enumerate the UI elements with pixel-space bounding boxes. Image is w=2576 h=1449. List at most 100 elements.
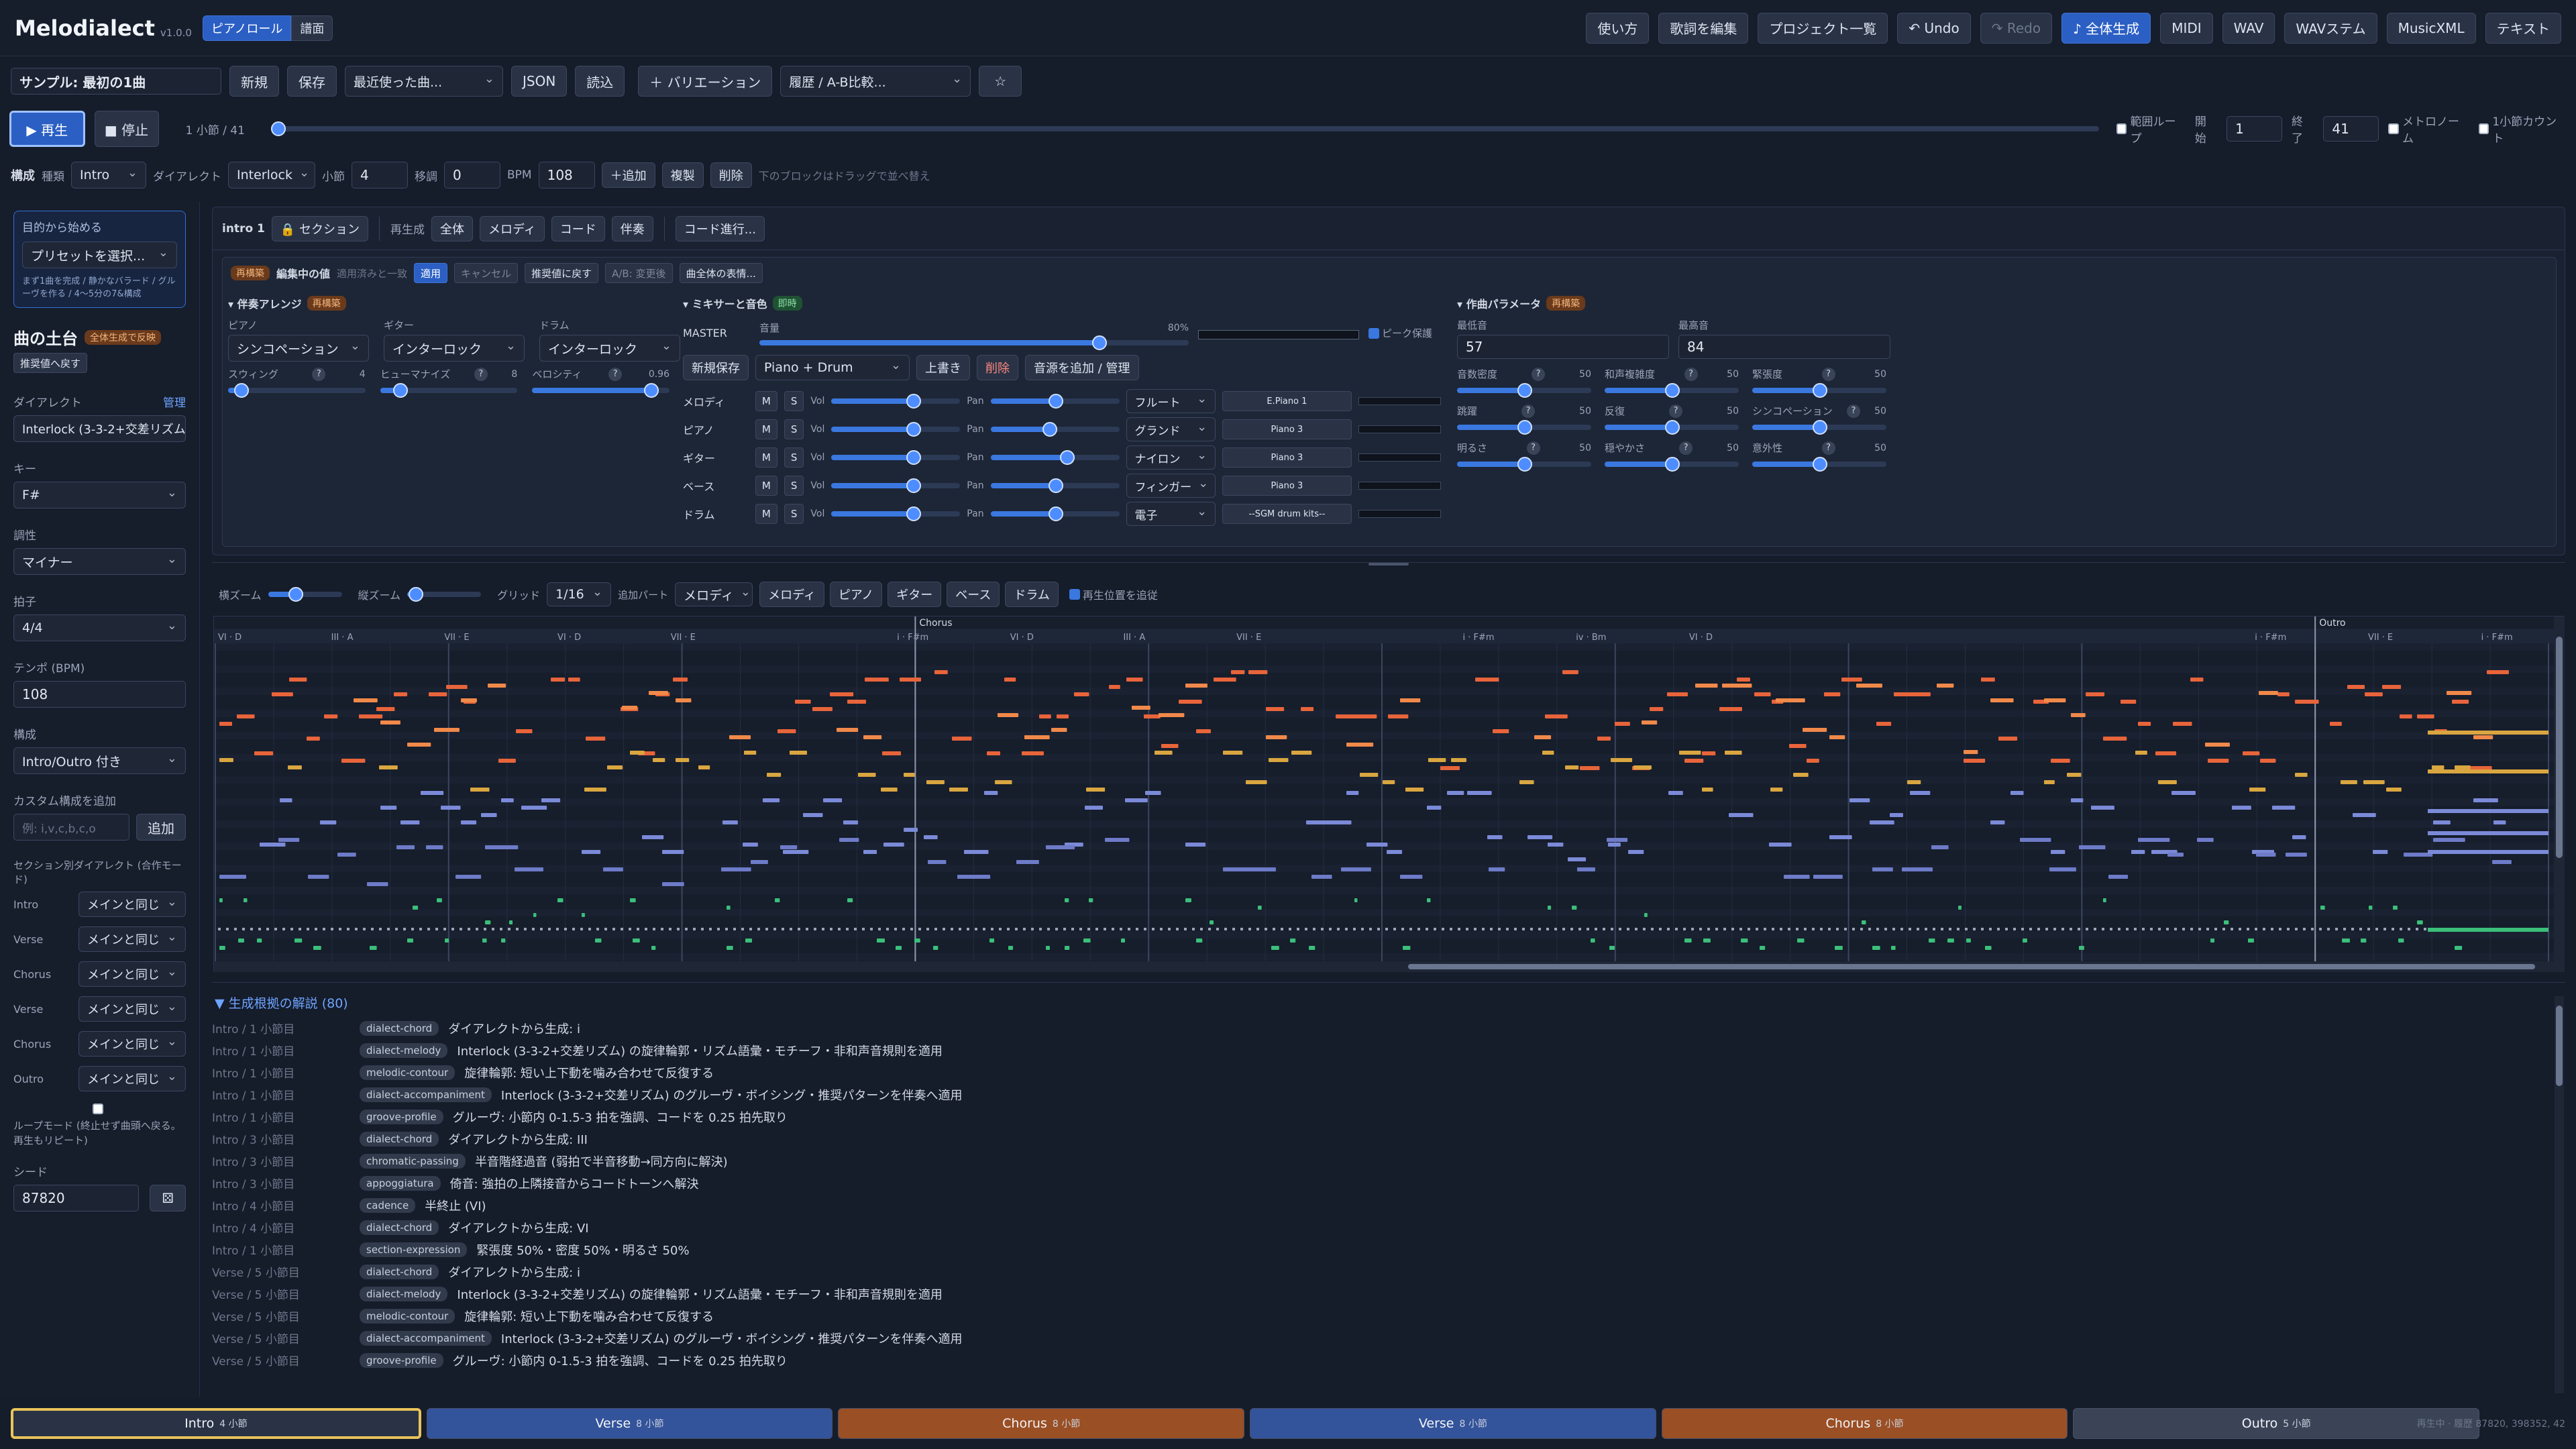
melody-note[interactable] bbox=[1754, 692, 1771, 696]
melody-note[interactable] bbox=[2155, 751, 2177, 755]
bass-note[interactable] bbox=[957, 875, 991, 879]
drum-hit[interactable] bbox=[2166, 928, 2169, 930]
melody-note[interactable] bbox=[1824, 692, 1841, 696]
drum-hit[interactable] bbox=[1466, 928, 1468, 930]
drum-hit[interactable] bbox=[2320, 906, 2325, 910]
drum-hit[interactable] bbox=[1031, 928, 1034, 930]
drum-hit[interactable] bbox=[1089, 898, 1093, 902]
melody-note[interactable] bbox=[2452, 700, 2469, 704]
drum-hit[interactable] bbox=[757, 928, 760, 930]
drum-hit[interactable] bbox=[1046, 946, 1051, 950]
loop-start-field[interactable]: 1 bbox=[2226, 116, 2283, 142]
melody-note[interactable] bbox=[1161, 744, 1179, 748]
drum-hit[interactable] bbox=[2174, 928, 2177, 930]
bass-note[interactable] bbox=[485, 845, 519, 849]
drum-hit[interactable] bbox=[492, 928, 494, 930]
drum-hit[interactable] bbox=[1862, 920, 1866, 924]
melody-note[interactable] bbox=[341, 759, 366, 763]
drum-hit[interactable] bbox=[1872, 946, 1880, 950]
piano-note[interactable] bbox=[722, 820, 738, 824]
piano-note[interactable] bbox=[2071, 798, 2084, 802]
drum-hit[interactable] bbox=[1836, 928, 1839, 930]
drum-hit[interactable] bbox=[1168, 928, 1171, 930]
drum-hit[interactable] bbox=[846, 928, 849, 930]
guitar-note[interactable] bbox=[1086, 788, 1106, 792]
drum-hit[interactable] bbox=[1973, 928, 1976, 930]
tab-piano-roll[interactable]: ピアノロール bbox=[202, 15, 292, 41]
piano-note[interactable] bbox=[1608, 843, 1621, 847]
save-project-button[interactable]: 保存 bbox=[287, 66, 337, 97]
melody-note[interactable] bbox=[1998, 737, 2018, 741]
melody-note[interactable] bbox=[2347, 685, 2365, 689]
track-volume-slider[interactable] bbox=[831, 394, 961, 409]
section-block-intro[interactable]: Intro 4 小節 bbox=[11, 1408, 421, 1439]
melody-note[interactable] bbox=[1695, 684, 1718, 688]
drum-hit[interactable] bbox=[1635, 928, 1638, 930]
sound-source-button[interactable]: Piano 3 bbox=[1222, 447, 1352, 468]
drum-hit[interactable] bbox=[2134, 928, 2137, 930]
bass-note[interactable] bbox=[2079, 845, 2106, 849]
instrument-select[interactable]: ナイロン bbox=[1126, 445, 1216, 470]
melody-note[interactable] bbox=[1301, 707, 1314, 711]
drum-hit[interactable] bbox=[1723, 928, 1726, 930]
drum-hit[interactable] bbox=[693, 928, 696, 930]
drum-hit[interactable] bbox=[1530, 928, 1533, 930]
piano-note[interactable] bbox=[843, 820, 859, 824]
mute-button[interactable]: M bbox=[755, 447, 777, 468]
drum-hit[interactable] bbox=[443, 928, 446, 930]
drum-hit[interactable] bbox=[1591, 938, 1595, 943]
drum-hit[interactable] bbox=[1345, 928, 1348, 930]
header-button-7[interactable]: WAV bbox=[2222, 12, 2275, 44]
drum-hit[interactable] bbox=[501, 938, 506, 943]
drum-hit[interactable] bbox=[989, 938, 995, 943]
roll-vscroll-thumb[interactable] bbox=[2556, 637, 2563, 858]
melody-note[interactable] bbox=[1214, 678, 1236, 682]
drum-hit[interactable] bbox=[999, 928, 1002, 930]
drum-hit[interactable] bbox=[2103, 898, 2106, 902]
section-dialect-select[interactable]: メインと同じ bbox=[78, 1031, 186, 1057]
piano-note[interactable] bbox=[662, 850, 684, 854]
piano-note[interactable] bbox=[2473, 798, 2498, 802]
drum-hit[interactable] bbox=[1055, 928, 1058, 930]
drum-hit[interactable] bbox=[1891, 946, 1896, 950]
drum-hit[interactable] bbox=[1248, 928, 1251, 930]
drum-hit[interactable] bbox=[2078, 928, 2080, 930]
drum-hit[interactable] bbox=[582, 913, 585, 917]
drum-hit[interactable] bbox=[1812, 928, 1815, 930]
drum-hit[interactable] bbox=[2053, 928, 2056, 930]
melody-note[interactable] bbox=[2277, 692, 2290, 696]
manage-link[interactable]: 管理 bbox=[163, 393, 186, 410]
track-volume-slider[interactable] bbox=[831, 422, 961, 437]
instrument-select[interactable]: グランド bbox=[1126, 417, 1216, 441]
solo-button[interactable]: S bbox=[784, 419, 804, 439]
drum-hit[interactable] bbox=[1748, 928, 1750, 930]
drum-hit[interactable] bbox=[437, 898, 442, 902]
bass-note[interactable] bbox=[2049, 867, 2076, 871]
chord-progression-button[interactable]: コード進行... bbox=[675, 215, 765, 241]
drum-hit[interactable] bbox=[886, 928, 889, 930]
drum-hit[interactable] bbox=[1828, 928, 1831, 930]
melody-note[interactable] bbox=[1964, 750, 1978, 754]
drum-hit[interactable] bbox=[1258, 906, 1262, 910]
piano-note[interactable] bbox=[1890, 813, 1903, 817]
drum-hit[interactable] bbox=[1699, 928, 1702, 930]
drum-hit[interactable] bbox=[1071, 928, 1074, 930]
transpose-field[interactable]: 0 bbox=[444, 162, 500, 189]
drum-hit[interactable] bbox=[1498, 928, 1501, 930]
param-slider[interactable] bbox=[1605, 420, 1739, 435]
drum-hit[interactable] bbox=[1361, 928, 1364, 930]
melody-note[interactable] bbox=[429, 692, 447, 696]
section-block-verse[interactable]: Verse 8 小節 bbox=[426, 1408, 833, 1439]
melody-note[interactable] bbox=[407, 743, 431, 747]
guitar-note[interactable] bbox=[630, 751, 645, 755]
log-scrollbar[interactable] bbox=[2555, 996, 2564, 1393]
preset-select[interactable]: プリセットを選択... bbox=[22, 241, 177, 268]
section-dialect-select[interactable]: メインと同じ bbox=[78, 996, 186, 1022]
drum-hit[interactable] bbox=[2126, 928, 2129, 930]
melody-note[interactable] bbox=[434, 728, 460, 732]
drum-hit[interactable] bbox=[630, 898, 636, 902]
drum-hit[interactable] bbox=[1643, 928, 1646, 930]
melody-note[interactable] bbox=[568, 678, 580, 682]
guitar-note[interactable] bbox=[653, 758, 665, 762]
drum-hit[interactable] bbox=[651, 946, 656, 950]
